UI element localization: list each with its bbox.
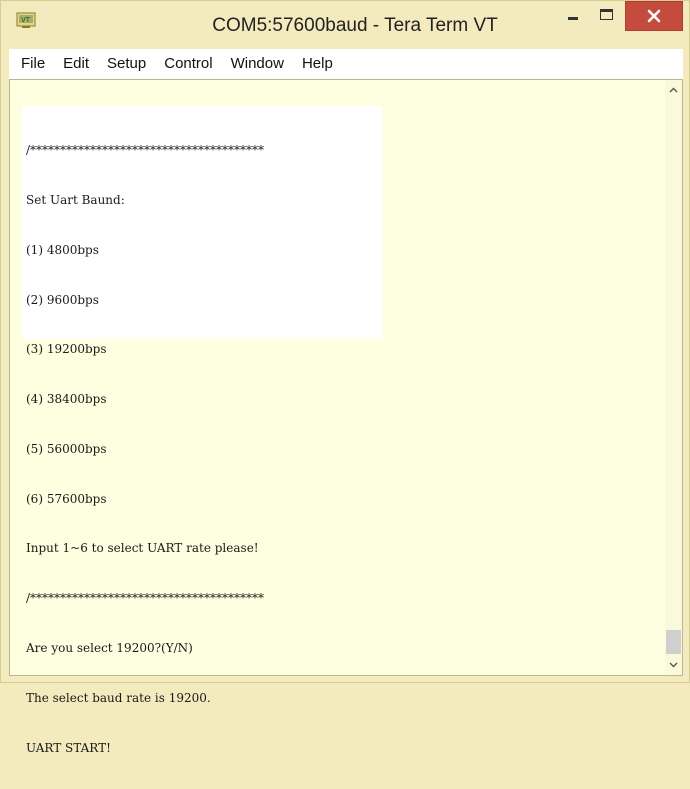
terminal-line: (1) 4800bps bbox=[26, 242, 99, 257]
maximize-button[interactable] bbox=[590, 1, 623, 31]
close-button[interactable] bbox=[625, 1, 683, 31]
terminal-area[interactable]: /***************************************… bbox=[9, 79, 683, 755]
minimize-icon bbox=[568, 17, 578, 20]
terminal-line: (4) 38400bps bbox=[26, 392, 107, 407]
menu-bar: File Edit Setup Control Window Help bbox=[9, 49, 683, 80]
terminal-output: /***************************************… bbox=[26, 109, 264, 789]
maximize-icon bbox=[600, 9, 613, 20]
terminal-line: /*************************************** bbox=[26, 143, 265, 158]
chevron-up-icon bbox=[669, 87, 678, 93]
terminal-line: (6) 57600bps bbox=[26, 491, 107, 506]
terminal-line: Are you select 19200?(Y/N) bbox=[26, 641, 193, 655]
scroll-down-button[interactable] bbox=[665, 656, 682, 673]
scroll-up-button[interactable] bbox=[665, 82, 682, 99]
tera-term-window: VT COM5:57600baud - Tera Term VT File Ed… bbox=[0, 0, 690, 755]
terminal-line: The select baud rate is 19200. bbox=[26, 690, 211, 705]
terminal-line: /*************************************** bbox=[26, 591, 265, 606]
menu-setup[interactable]: Setup bbox=[98, 49, 155, 79]
title-bar[interactable]: VT COM5:57600baud - Tera Term VT bbox=[1, 1, 689, 49]
terminal-line: UART START! bbox=[26, 740, 111, 755]
close-icon bbox=[647, 9, 661, 23]
terminal-line: (5) 56000bps bbox=[26, 441, 107, 456]
menu-file[interactable]: File bbox=[9, 49, 54, 79]
minimize-button[interactable] bbox=[557, 1, 590, 31]
terminal-line: Set Uart Baund: bbox=[26, 192, 125, 207]
menu-control[interactable]: Control bbox=[155, 49, 221, 79]
menu-edit[interactable]: Edit bbox=[54, 49, 98, 79]
menu-help[interactable]: Help bbox=[293, 49, 342, 79]
chevron-down-icon bbox=[669, 662, 678, 668]
menu-window[interactable]: Window bbox=[222, 49, 293, 79]
terminal-line: (3) 19200bps bbox=[26, 342, 107, 357]
scroll-thumb[interactable] bbox=[666, 630, 681, 654]
vertical-scrollbar[interactable] bbox=[665, 80, 682, 675]
terminal-line: (2) 9600bps bbox=[26, 292, 99, 307]
terminal-line: Input 1~6 to select UART rate please! bbox=[26, 541, 259, 556]
